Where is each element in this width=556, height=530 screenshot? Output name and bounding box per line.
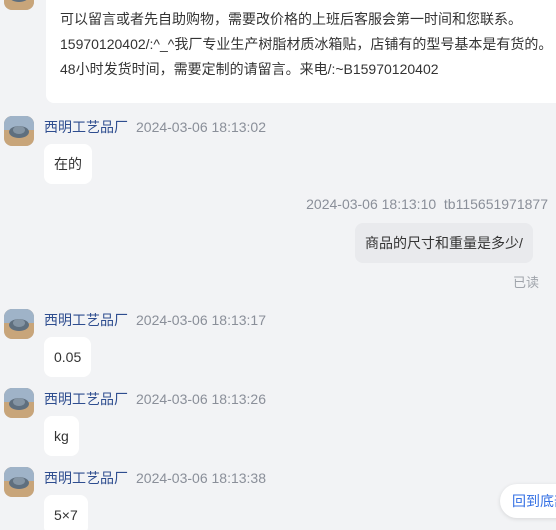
read-status: 已读 bbox=[513, 275, 540, 290]
message-time: 2024-03-06 18:13:02 bbox=[136, 119, 266, 135]
message-bubble: 5×7 bbox=[44, 495, 88, 530]
shop-avatar[interactable] bbox=[4, 467, 34, 497]
message-bubble-self: 商品的尺寸和重量是多少/ bbox=[355, 223, 533, 263]
buyer-name: tb115651971877 bbox=[443, 196, 548, 212]
message-time: 2024-03-06 18:13:10 bbox=[306, 196, 437, 212]
sender-name[interactable]: 西明工艺品厂 bbox=[44, 391, 128, 407]
message-text: 5×7 bbox=[54, 507, 78, 523]
message-bubble: 0.05 bbox=[44, 337, 92, 377]
message-text: kg bbox=[54, 428, 69, 444]
message-bubble: kg bbox=[44, 416, 79, 456]
shop-avatar[interactable] bbox=[4, 309, 34, 339]
message-bubble: 在的 bbox=[44, 144, 92, 184]
message-time: 2024-03-06 18:13:38 bbox=[136, 470, 266, 486]
sender-name[interactable]: 西明工艺品厂 bbox=[44, 312, 128, 328]
message-text: 0.05 bbox=[54, 349, 82, 365]
message-meta-self: 2024-03-06 18:13:10 tb115651971877 bbox=[306, 196, 548, 212]
message-time: 2024-03-06 18:13:26 bbox=[136, 391, 266, 407]
message-text: 在的 bbox=[54, 156, 82, 172]
message-meta: 西明工艺品厂 2024-03-06 18:13:38 bbox=[44, 468, 266, 488]
message-text: 可以留言或者先自助购物，需要改价格的上班后客服会第一时间和您联系。1597012… bbox=[60, 11, 553, 77]
shop-avatar[interactable] bbox=[4, 388, 34, 418]
message-meta: 西明工艺品厂 2024-03-06 18:13:17 bbox=[44, 310, 266, 330]
shop-avatar[interactable] bbox=[4, 0, 34, 10]
shop-avatar[interactable] bbox=[4, 116, 34, 146]
back-to-bottom-button[interactable]: 回到底部 bbox=[500, 484, 556, 518]
message-text: 商品的尺寸和重量是多少/ bbox=[365, 235, 523, 251]
message-meta: 西明工艺品厂 2024-03-06 18:13:02 bbox=[44, 117, 266, 137]
sender-name[interactable]: 西明工艺品厂 bbox=[44, 470, 128, 486]
message-bubble-welcome: 可以留言或者先自助购物，需要改价格的上班后客服会第一时间和您联系。1597012… bbox=[46, 0, 556, 103]
sender-name[interactable]: 西明工艺品厂 bbox=[44, 119, 128, 135]
message-meta: 西明工艺品厂 2024-03-06 18:13:26 bbox=[44, 389, 266, 409]
message-time: 2024-03-06 18:13:17 bbox=[136, 312, 266, 328]
chat-window: 可以留言或者先自助购物，需要改价格的上班后客服会第一时间和您联系。1597012… bbox=[0, 0, 556, 530]
